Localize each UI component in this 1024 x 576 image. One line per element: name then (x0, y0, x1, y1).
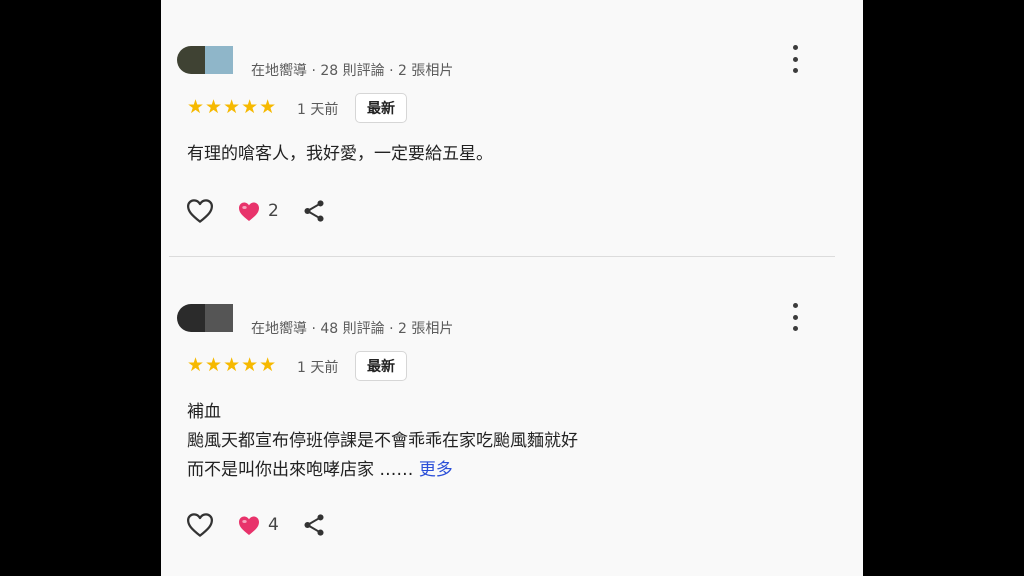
newest-badge: 最新 (355, 93, 407, 123)
review-card: 在地嚮導 · 48 則評論 · 2 張相片 ★★★★★ 1 天前 最新 補血 颱… (161, 258, 863, 576)
reviewer-avatar[interactable] (177, 46, 233, 74)
review-time: 1 天前 (297, 360, 339, 376)
reviewer-avatar[interactable] (177, 304, 233, 332)
review-text-line: 而不是叫你出來咆哮店家 …… 更多 (187, 456, 578, 485)
reviewer-meta: 在地嚮導 · 28 則評論 · 2 張相片 (251, 63, 454, 79)
more-vert-icon[interactable] (787, 303, 803, 331)
more-link[interactable]: 更多 (419, 460, 453, 480)
review-card: 在地嚮導 · 28 則評論 · 2 張相片 ★★★★★ 1 天前 最新 有理的嗆… (161, 0, 863, 256)
more-vert-icon[interactable] (787, 45, 803, 73)
review-text: 補血 颱風天都宣布停班停課是不會乖乖在家吃颱風麵就好 而不是叫你出來咆哮店家 …… (187, 398, 578, 485)
review-text-line: 颱風天都宣布停班停課是不會乖乖在家吃颱風麵就好 (187, 431, 578, 451)
review-time: 1 天前 (297, 102, 339, 118)
heart-emoji-icon (239, 516, 259, 535)
review-text-line: 補血 (187, 402, 221, 422)
heart-outline-icon[interactable] (185, 196, 215, 226)
review-text-fragment: 而不是叫你出來咆哮店家 …… (187, 460, 414, 480)
newest-badge: 最新 (355, 351, 407, 381)
reaction-count: 2 (268, 201, 279, 221)
star-rating: ★★★★★ (187, 96, 278, 118)
reviews-panel: 在地嚮導 · 28 則評論 · 2 張相片 ★★★★★ 1 天前 最新 有理的嗆… (161, 0, 863, 576)
share-icon[interactable] (301, 198, 327, 224)
reaction-count: 4 (268, 515, 279, 535)
review-text-line: 有理的嗆客人，我好愛，一定要給五星。 (187, 144, 493, 164)
star-rating: ★★★★★ (187, 354, 278, 376)
heart-outline-icon[interactable] (185, 510, 215, 540)
review-text: 有理的嗆客人，我好愛，一定要給五星。 (187, 140, 493, 169)
heart-emoji-icon (239, 202, 259, 221)
reviewer-meta: 在地嚮導 · 48 則評論 · 2 張相片 (251, 321, 454, 337)
review-divider (169, 256, 835, 257)
share-icon[interactable] (301, 512, 327, 538)
